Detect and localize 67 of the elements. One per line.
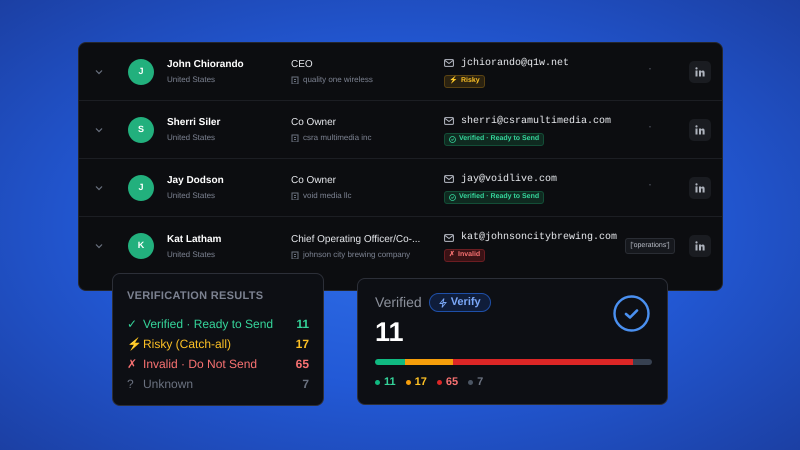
result-label: Risky (Catch-all) [143, 336, 232, 352]
building-icon [291, 192, 299, 200]
linkedin-button[interactable] [689, 118, 711, 140]
verify-button[interactable]: Verify [428, 293, 491, 312]
job-title: Co Owner [291, 116, 338, 130]
company-name: johnson city brewing company [303, 248, 410, 260]
empty-value: - [648, 178, 652, 190]
status-icon: ? [127, 374, 143, 392]
check-circle-icon [449, 194, 456, 200]
contact-name: Kat Latham [167, 232, 222, 246]
panel-heading: VERIFICATION RESULTS [127, 289, 264, 304]
company-name: void media llc [303, 190, 352, 202]
country-text: United States [167, 74, 216, 86]
building-icon [291, 76, 299, 84]
avatar: J [128, 174, 154, 200]
avatar: S [128, 116, 154, 142]
result-label: Verified · Ready to Send [143, 316, 274, 332]
status-icon: ⚡ [127, 334, 143, 352]
building-icon [291, 250, 299, 258]
verified-count: 11 [375, 319, 405, 346]
legend-count: 7 [477, 375, 484, 390]
job-title: Chief Operating Officer/Co-... [291, 232, 422, 246]
mail-icon [444, 59, 454, 67]
company-name: csra multimedia inc [303, 132, 372, 144]
legend-count: 11 [384, 375, 396, 390]
linkedin-button[interactable] [689, 60, 711, 82]
country-text: United States [167, 132, 216, 144]
mail-icon [444, 175, 454, 183]
mail-icon [444, 234, 454, 242]
country-text: United States [167, 248, 216, 260]
job-title: Co Owner [291, 174, 338, 188]
email-address: kat@johnsoncitybrewing.com [461, 230, 618, 245]
status-icon: ✗ [127, 354, 143, 372]
company-name: quality one wireless [303, 74, 373, 86]
empty-value: - [648, 120, 652, 132]
linkedin-icon [695, 241, 705, 251]
email-address: jay@voidlive.com [461, 172, 558, 186]
lightning-icon [438, 298, 447, 308]
check-circle-icon [613, 295, 650, 332]
result-label: Unknown [143, 376, 194, 392]
contact-name: Jay Dodson [167, 174, 225, 188]
contact-name: John Chiorando [167, 58, 245, 72]
linkedin-icon [695, 182, 705, 192]
result-count: 7 [302, 376, 309, 392]
job-title: CEO [291, 58, 314, 72]
country-text: United States [167, 190, 216, 202]
avatar: J [128, 58, 154, 84]
result-label: Invalid · Do Not Send [143, 356, 258, 372]
email-address: jchiorando@q1w.net [461, 56, 570, 70]
contact-name: Sherri Siler [167, 116, 222, 130]
linkedin-button[interactable] [689, 235, 711, 257]
status-icon: ✓ [127, 314, 143, 332]
empty-value: - [648, 62, 652, 74]
mail-icon [444, 117, 454, 125]
linkedin-icon [695, 66, 705, 76]
linkedin-button[interactable] [689, 176, 711, 198]
linkedin-icon [695, 124, 705, 134]
avatar: K [128, 233, 154, 259]
result-count: 17 [296, 336, 309, 352]
result-count: 65 [296, 356, 309, 372]
result-count: 11 [296, 316, 309, 332]
legend-count: 17 [414, 375, 427, 390]
check-circle-icon [449, 136, 456, 142]
email-address: sherri@csramultimedia.com [461, 114, 612, 128]
legend-count: 65 [446, 375, 458, 390]
card-label: Verified [375, 293, 422, 312]
building-icon [291, 134, 299, 142]
